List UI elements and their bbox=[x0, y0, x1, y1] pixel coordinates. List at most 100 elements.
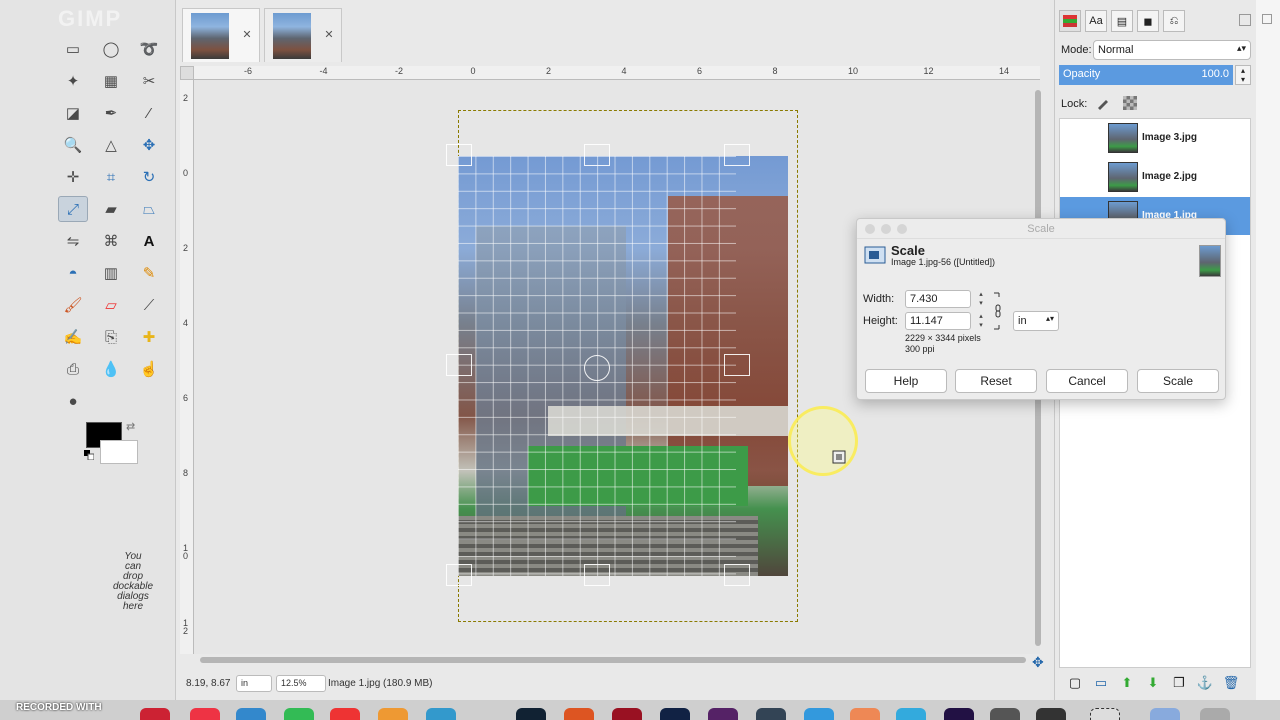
color-picker-icon[interactable]: ⁄ bbox=[134, 100, 164, 126]
scale-handle-top[interactable] bbox=[584, 144, 610, 166]
image-tab-1[interactable]: ✕ bbox=[182, 8, 260, 62]
crop-icon[interactable]: ⌗ bbox=[96, 164, 126, 190]
anchor-layer-icon[interactable]: ⚓ bbox=[1195, 674, 1215, 692]
color-select-icon[interactable]: ▦ bbox=[96, 68, 126, 94]
ruler-corner[interactable] bbox=[180, 66, 194, 80]
fonts-tab-icon[interactable]: Aa bbox=[1085, 10, 1107, 32]
dodge-burn-icon[interactable]: ● bbox=[58, 388, 88, 414]
align-icon[interactable]: ✛ bbox=[58, 164, 88, 190]
eraser-icon[interactable]: ▱ bbox=[96, 292, 126, 318]
new-layer-icon[interactable]: ▢ bbox=[1065, 674, 1085, 692]
dock-app-icon[interactable] bbox=[612, 708, 642, 720]
paths-icon[interactable]: ✒ bbox=[96, 100, 126, 126]
help-button[interactable]: Help bbox=[865, 369, 947, 393]
scale-button[interactable]: Scale bbox=[1137, 369, 1219, 393]
dock-app-icon[interactable] bbox=[378, 708, 408, 720]
shear-icon[interactable]: ▰ bbox=[96, 196, 126, 222]
swap-colors-icon[interactable]: ⇄ bbox=[126, 420, 140, 434]
opacity-slider[interactable]: Opacity 100.0 bbox=[1059, 65, 1233, 85]
ellipse-select-icon[interactable]: ◯ bbox=[96, 36, 126, 62]
bucket-fill-icon[interactable]: ◓ bbox=[58, 260, 88, 286]
perspective-clone-icon[interactable]: ⎙ bbox=[58, 356, 88, 382]
dock-app-icon[interactable] bbox=[426, 708, 456, 720]
scale-handle-bottom[interactable] bbox=[584, 564, 610, 586]
scale-handle-left[interactable] bbox=[446, 354, 472, 376]
dock-app-icon[interactable] bbox=[1090, 708, 1120, 720]
dock-app-icon[interactable] bbox=[660, 708, 690, 720]
dock-app-icon[interactable] bbox=[140, 708, 170, 720]
mode-select[interactable]: Normal ▴▾ bbox=[1093, 40, 1251, 60]
scale-handle-bottom-right[interactable] bbox=[724, 564, 750, 586]
fuzzy-select-icon[interactable]: ✦ bbox=[58, 68, 88, 94]
dock-app-icon[interactable] bbox=[944, 708, 974, 720]
cancel-button[interactable]: Cancel bbox=[1046, 369, 1128, 393]
dock-app-icon[interactable] bbox=[564, 708, 594, 720]
move-icon[interactable]: ✥ bbox=[134, 132, 164, 158]
reset-colors-icon[interactable] bbox=[84, 450, 94, 460]
channels-tab-icon[interactable]: ◼ bbox=[1137, 10, 1159, 32]
reset-button[interactable]: Reset bbox=[955, 369, 1037, 393]
dock-app-icon[interactable] bbox=[190, 708, 220, 720]
blur-icon[interactable]: 💧 bbox=[96, 356, 126, 382]
text-icon[interactable]: A bbox=[134, 228, 164, 254]
layers-tab-icon[interactable] bbox=[1059, 10, 1081, 32]
dock-menu-icon[interactable] bbox=[1239, 14, 1251, 26]
foreground-select-icon[interactable]: ◪ bbox=[58, 100, 88, 126]
raise-layer-icon[interactable]: ⬆ bbox=[1117, 674, 1137, 692]
scale-handle-top-left[interactable] bbox=[446, 144, 472, 166]
navigate-icon[interactable]: ✥ bbox=[1032, 654, 1046, 670]
dock-app-icon[interactable] bbox=[990, 708, 1020, 720]
horizontal-ruler[interactable]: -6 -4 -2 0 2 4 6 8 10 12 14 bbox=[194, 66, 1040, 80]
scale-handle-right[interactable] bbox=[724, 354, 750, 376]
dock-app-icon[interactable] bbox=[850, 708, 880, 720]
dock-app-icon[interactable] bbox=[236, 708, 266, 720]
pencil-icon[interactable]: ✎ bbox=[134, 260, 164, 286]
paths-tab-icon[interactable]: ▤ bbox=[1111, 10, 1133, 32]
image-tab-2[interactable]: ✕ bbox=[264, 8, 342, 62]
measure-icon[interactable]: △ bbox=[96, 132, 126, 158]
scale-center-handle[interactable] bbox=[584, 355, 610, 381]
background-color-swatch[interactable] bbox=[100, 440, 138, 464]
unit-select[interactable]: in bbox=[236, 675, 272, 692]
width-field[interactable]: 7.430 bbox=[905, 290, 971, 308]
dock-app-icon[interactable] bbox=[516, 708, 546, 720]
layer-row[interactable]: Image 3.jpg bbox=[1060, 119, 1250, 157]
layer-row[interactable]: Image 2.jpg bbox=[1060, 158, 1250, 196]
new-group-icon[interactable]: ▭ bbox=[1091, 674, 1111, 692]
heal-icon[interactable]: ✚ bbox=[134, 324, 164, 350]
dock-app-icon[interactable] bbox=[1200, 708, 1230, 720]
dock-app-icon[interactable] bbox=[804, 708, 834, 720]
free-select-icon[interactable]: ➰ bbox=[134, 36, 164, 62]
horizontal-scrollbar[interactable] bbox=[200, 656, 1026, 664]
paintbrush-icon[interactable]: 🖌 bbox=[58, 292, 88, 318]
scale-handle-bottom-left[interactable] bbox=[446, 564, 472, 586]
undo-tab-icon[interactable]: ⎌ bbox=[1163, 10, 1185, 32]
height-field[interactable]: 11.147 bbox=[905, 312, 971, 330]
lock-pixels-icon[interactable] bbox=[1095, 95, 1111, 111]
dock-app-icon[interactable] bbox=[1036, 708, 1066, 720]
chain-link-icon[interactable] bbox=[993, 291, 1003, 331]
ink-icon[interactable]: ✍ bbox=[58, 324, 88, 350]
rotate-icon[interactable]: ↻ bbox=[134, 164, 164, 190]
duplicate-layer-icon[interactable]: ❐ bbox=[1169, 674, 1189, 692]
gradient-icon[interactable]: ▥ bbox=[96, 260, 126, 286]
height-spin-button[interactable]: ▴ ▾ bbox=[975, 312, 987, 330]
unit-select[interactable]: in ▴▾ bbox=[1013, 311, 1059, 331]
close-icon[interactable]: ✕ bbox=[241, 29, 253, 41]
dock-app-icon[interactable] bbox=[756, 708, 786, 720]
lock-alpha-icon[interactable] bbox=[1123, 96, 1137, 110]
dock-app-icon[interactable] bbox=[1150, 708, 1180, 720]
scissors-icon[interactable]: ✂ bbox=[134, 68, 164, 94]
perspective-icon[interactable]: ⏢ bbox=[134, 196, 164, 222]
flip-icon[interactable]: ⇋ bbox=[58, 228, 88, 254]
close-icon[interactable]: ✕ bbox=[323, 29, 335, 41]
smudge-icon[interactable]: ☝ bbox=[134, 356, 164, 382]
dock-app-icon[interactable] bbox=[708, 708, 738, 720]
width-spin-button[interactable]: ▴ ▾ bbox=[975, 290, 987, 308]
cage-icon[interactable]: ⌘ bbox=[96, 228, 126, 254]
rect-select-icon[interactable]: ▭ bbox=[58, 36, 88, 62]
airbrush-icon[interactable]: ⟋ bbox=[134, 292, 164, 318]
clone-icon[interactable]: ⎘ bbox=[96, 324, 126, 350]
scale-handle-top-right[interactable] bbox=[724, 144, 750, 166]
vertical-ruler[interactable]: 2 0 2 4 6 8 1 0 1 2 bbox=[180, 80, 194, 654]
